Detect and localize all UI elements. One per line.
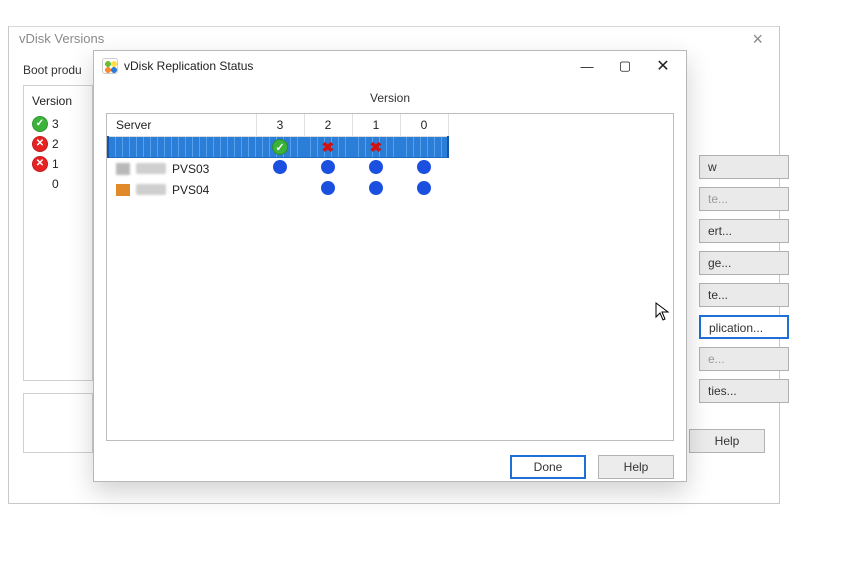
- status-cell: [400, 158, 448, 180]
- status-error-icon: ✕: [32, 136, 48, 152]
- server-name-tail: PVS03: [172, 162, 209, 176]
- table-row[interactable]: ✓ ✖ ✖: [108, 137, 448, 158]
- version-number: 1: [52, 155, 59, 173]
- side-buttons: w te... ert... ge... te... plication... e... ti…: [699, 155, 789, 403]
- version-list[interactable]: Version ✓3✕2✕10: [23, 85, 93, 381]
- server-icon: [116, 163, 130, 175]
- col-server[interactable]: Server: [108, 114, 256, 137]
- status-cell: [352, 158, 400, 180]
- server-name-redacted: [136, 184, 166, 195]
- lower-panel: [23, 393, 93, 453]
- version-list-header: Version: [28, 92, 88, 114]
- server-icon: [116, 184, 130, 196]
- outer-titlebar: vDisk Versions ×: [9, 27, 779, 51]
- col-version[interactable]: 1: [352, 114, 400, 137]
- col-version[interactable]: 0: [400, 114, 448, 137]
- table-row[interactable]: PVS03: [108, 158, 448, 180]
- status-dot-icon: [321, 181, 335, 195]
- side-button[interactable]: te...: [699, 283, 789, 307]
- status-cell: [304, 179, 352, 200]
- side-button[interactable]: ties...: [699, 379, 789, 403]
- status-cell: [304, 158, 352, 180]
- status-cell: ✖: [304, 137, 352, 158]
- status-ok-icon: ✓: [272, 139, 288, 155]
- status-cell: [256, 158, 304, 180]
- server-cell: PVS04: [108, 179, 256, 200]
- status-cell: [256, 179, 304, 200]
- col-version[interactable]: 2: [304, 114, 352, 137]
- side-button[interactable]: w: [699, 155, 789, 179]
- boot-production-label: Boot produ: [23, 63, 93, 77]
- replication-grid[interactable]: Server3210 ✓ ✖ ✖ PVS03 PVS04: [106, 113, 674, 441]
- done-button[interactable]: Done: [510, 455, 586, 479]
- help-button[interactable]: Help: [598, 455, 674, 479]
- server-name-redacted: [136, 163, 166, 174]
- server-cell: PVS03: [108, 158, 256, 180]
- version-number: 3: [52, 115, 59, 133]
- version-row[interactable]: ✕2: [28, 134, 88, 154]
- status-dot-icon: [321, 160, 335, 174]
- section-title: Version: [106, 85, 674, 113]
- close-icon[interactable]: ×: [746, 27, 769, 51]
- status-cell: [352, 179, 400, 200]
- side-button[interactable]: ge...: [699, 251, 789, 275]
- app-icon: [102, 58, 118, 74]
- minimize-icon[interactable]: —: [570, 55, 604, 77]
- server-name-tail: PVS04: [172, 183, 209, 197]
- status-dot-icon: [369, 160, 383, 174]
- side-button: te...: [699, 187, 789, 211]
- help-button[interactable]: Help: [689, 429, 765, 453]
- status-dot-icon: [369, 181, 383, 195]
- status-dot-icon: [273, 160, 287, 174]
- status-error-icon: ✖: [322, 140, 335, 154]
- status-cell: ✓: [256, 137, 304, 158]
- side-button[interactable]: plication...: [699, 315, 789, 339]
- side-button[interactable]: ert...: [699, 219, 789, 243]
- version-row[interactable]: ✕1: [28, 154, 88, 174]
- version-row[interactable]: ✓3: [28, 114, 88, 134]
- maximize-icon[interactable]: ▢: [608, 55, 642, 77]
- status-cell: [400, 179, 448, 200]
- outer-title: vDisk Versions: [19, 27, 104, 51]
- version-number: 0: [52, 175, 59, 193]
- status-dot-icon: [417, 160, 431, 174]
- dlg-title: vDisk Replication Status: [124, 59, 253, 73]
- dlg-titlebar: vDisk Replication Status — ▢ ✕: [94, 51, 686, 81]
- status-error-icon: ✖: [370, 140, 383, 154]
- table-row[interactable]: PVS04: [108, 179, 448, 200]
- version-number: 2: [52, 135, 59, 153]
- server-cell: [108, 137, 256, 158]
- status-cell: [400, 137, 448, 158]
- col-version[interactable]: 3: [256, 114, 304, 137]
- close-icon[interactable]: ✕: [646, 55, 680, 77]
- status-ok-icon: ✓: [32, 116, 48, 132]
- side-button: e...: [699, 347, 789, 371]
- replication-status-dialog: vDisk Replication Status — ▢ ✕ Version S…: [93, 50, 687, 482]
- status-cell: ✖: [352, 137, 400, 158]
- status-dot-icon: [417, 181, 431, 195]
- version-row[interactable]: 0: [28, 174, 88, 194]
- cursor-icon: [655, 302, 671, 322]
- status-error-icon: ✕: [32, 156, 48, 172]
